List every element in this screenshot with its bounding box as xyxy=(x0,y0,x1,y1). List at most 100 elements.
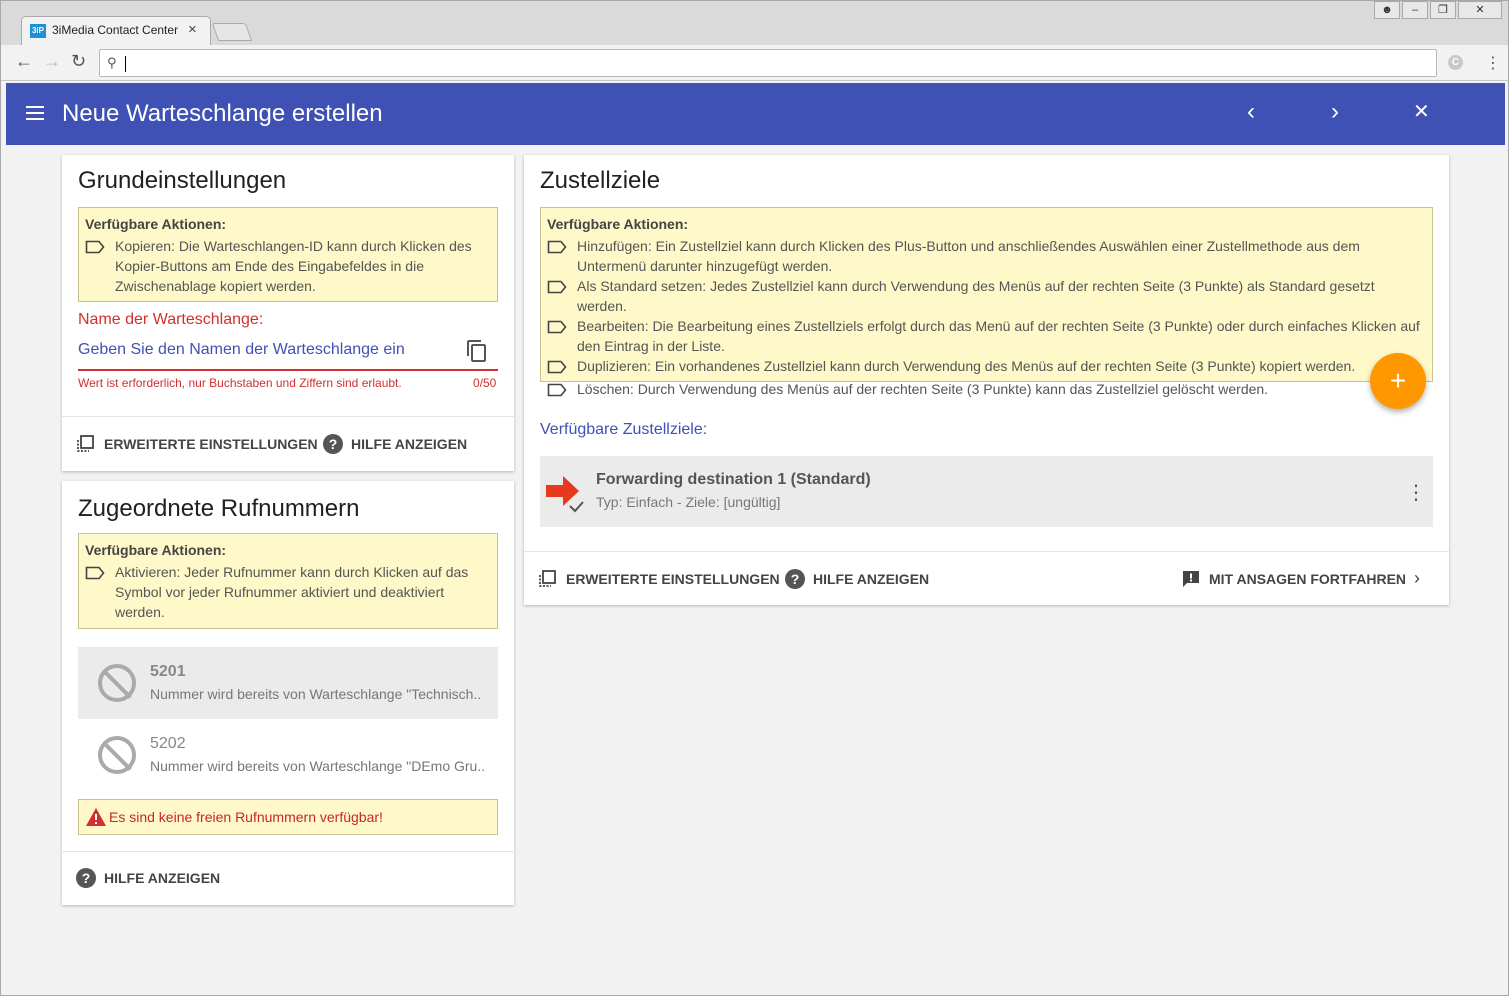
destinations-card: Zustellziele Verfügbare Aktionen: Hinzuf… xyxy=(524,155,1449,605)
info-item-text: Hinzufügen: Ein Zustellziel kann durch K… xyxy=(577,238,1360,274)
info-item: Löschen: Durch Verwendung des Menüs auf … xyxy=(547,379,1426,402)
info-item: Aktivieren: Jeder Rufnummer kann durch K… xyxy=(85,562,491,622)
tab-title: 3iMedia Contact Center xyxy=(52,23,179,37)
divider xyxy=(62,851,514,852)
label-icon xyxy=(85,562,115,622)
add-destination-button[interactable]: + xyxy=(1370,353,1426,409)
numbers-info-box: Verfügbare Aktionen: Aktivieren: Jeder R… xyxy=(78,533,498,629)
info-item-text: Bearbeiten: Die Bearbeitung eines Zustel… xyxy=(577,318,1420,354)
help-label: HILFE ANZEIGEN xyxy=(813,571,930,587)
info-item: Kopieren: Die Warteschlangen-ID kann dur… xyxy=(85,236,491,296)
help-label: HILFE ANZEIGEN xyxy=(104,870,221,886)
help-icon: ? xyxy=(785,569,805,589)
info-item-text: Duplizieren: Ein vorhandenes Zustellziel… xyxy=(577,358,1356,374)
basic-settings-title: Grundeinstellungen xyxy=(78,167,287,194)
app-bar: Neue Warteschlange erstellen ‹ › ✕ xyxy=(6,83,1505,145)
help-button[interactable]: ? HILFE ANZEIGEN xyxy=(785,569,929,589)
available-destinations-label: Verfügbare Zustellziele: xyxy=(540,421,708,438)
destination-list-item[interactable]: Forwarding destination 1 (Standard) Typ:… xyxy=(540,456,1433,527)
label-icon xyxy=(547,356,577,379)
copy-icon[interactable] xyxy=(465,339,489,368)
number-status: Nummer wird bereits von Warteschlange "T… xyxy=(150,686,482,702)
tab-close-icon[interactable]: × xyxy=(188,21,197,38)
number-title: 5201 xyxy=(150,663,186,680)
label-icon xyxy=(85,236,115,296)
browser-window: 3iP 3iMedia Contact Center × ☻ – ❐ ✕ ← →… xyxy=(0,0,1509,996)
basic-info-box: Verfügbare Aktionen: Kopieren: Die Warte… xyxy=(78,207,498,302)
label-icon xyxy=(547,316,577,356)
continue-label: MIT ANSAGEN FORTFAHREN xyxy=(1209,570,1407,587)
info-item: Als Standard setzen: Jedes Zustellziel k… xyxy=(547,276,1426,316)
number-list-item[interactable]: 5201 Nummer wird bereits von Warteschlan… xyxy=(78,647,498,719)
minimize-icon[interactable]: – xyxy=(1402,1,1428,19)
previous-icon[interactable]: ‹ xyxy=(1247,100,1255,124)
info-item-text: Kopieren: Die Warteschlangen-ID kann dur… xyxy=(115,238,472,294)
label-icon xyxy=(547,276,577,316)
warning-text: Es sind keine freien Rufnummern verfügba… xyxy=(109,809,383,825)
more-vert-icon[interactable]: ⋮ xyxy=(1406,480,1426,505)
blocked-icon[interactable] xyxy=(98,664,136,702)
input-underline xyxy=(78,369,498,371)
number-status: Nummer wird bereits von Warteschlange "D… xyxy=(150,758,486,774)
assigned-numbers-title: Zugeordnete Rufnummern xyxy=(78,495,360,522)
basic-settings-card: Grundeinstellungen Verfügbare Aktionen: … xyxy=(62,155,514,471)
advanced-settings-label: ERWEITERTE EINSTELLUNGEN xyxy=(566,571,780,587)
restore-icon[interactable]: ❐ xyxy=(1430,1,1456,19)
tab-strip: 3iP 3iMedia Contact Center × ☻ – ❐ ✕ xyxy=(1,1,1508,46)
divider xyxy=(62,416,514,417)
new-tab-button[interactable] xyxy=(211,23,253,41)
label-icon xyxy=(547,236,577,276)
advanced-settings-button[interactable]: ERWEITERTE EINSTELLUNGEN xyxy=(76,434,318,454)
label-icon xyxy=(547,379,577,402)
hamburger-menu-icon[interactable] xyxy=(26,106,44,124)
favicon-icon: 3iP xyxy=(30,24,46,38)
char-counter: 0/50 xyxy=(473,376,497,390)
page-title: Neue Warteschlange erstellen xyxy=(62,100,383,127)
address-bar[interactable]: ⚲ xyxy=(99,49,1437,77)
settings-list-icon xyxy=(538,569,558,589)
main-content: Grundeinstellungen Verfügbare Aktionen: … xyxy=(6,145,1505,993)
number-title: 5202 xyxy=(150,735,186,752)
window-close-icon[interactable]: ✕ xyxy=(1458,1,1502,19)
profile-icon[interactable]: ☻ xyxy=(1374,1,1400,19)
help-button[interactable]: ? HILFE ANZEIGEN xyxy=(323,434,467,454)
queue-name-input[interactable] xyxy=(78,339,458,361)
chevron-right-icon: › xyxy=(1414,568,1421,588)
warning-icon xyxy=(85,807,107,827)
info-item: Bearbeiten: Die Bearbeitung eines Zustel… xyxy=(547,316,1426,356)
extension-icon[interactable]: C xyxy=(1448,55,1463,70)
advanced-settings-button[interactable]: ERWEITERTE EINSTELLUNGEN xyxy=(538,569,780,589)
divider xyxy=(524,551,1449,552)
info-item-text: Als Standard setzen: Jedes Zustellziel k… xyxy=(577,278,1375,314)
destinations-info-box: Verfügbare Aktionen: Hinzufügen: Ein Zus… xyxy=(540,207,1433,397)
reload-icon[interactable]: ↻ xyxy=(71,51,86,72)
next-icon[interactable]: › xyxy=(1331,100,1339,124)
number-list-item[interactable]: 5202 Nummer wird bereits von Warteschlan… xyxy=(78,719,498,791)
continue-announcements-button[interactable]: MIT ANSAGEN FORTFAHREN › xyxy=(1181,568,1420,589)
text-caret xyxy=(125,56,126,72)
back-icon[interactable]: ← xyxy=(15,51,33,72)
settings-list-icon xyxy=(76,434,96,454)
feedback-icon xyxy=(1181,569,1201,589)
field-error: Wert ist erforderlich, nur Buchstaben un… xyxy=(78,376,402,390)
info-item-text: Aktivieren: Jeder Rufnummer kann durch K… xyxy=(115,564,469,620)
blocked-icon[interactable] xyxy=(98,736,136,774)
no-numbers-warning: Es sind keine freien Rufnummern verfügba… xyxy=(78,799,498,835)
destination-detail: Typ: Einfach - Ziele: [ungültig] xyxy=(596,494,781,510)
default-destination-arrow-icon xyxy=(546,474,590,521)
forward-icon[interactable]: → xyxy=(43,51,61,72)
info-heading: Verfügbare Aktionen: xyxy=(85,542,227,558)
search-icon: ⚲ xyxy=(107,55,117,70)
info-heading: Verfügbare Aktionen: xyxy=(85,216,227,232)
browser-tab[interactable]: 3iP 3iMedia Contact Center × xyxy=(21,16,211,46)
info-item-text: Löschen: Durch Verwendung des Menüs auf … xyxy=(577,381,1269,397)
browser-menu-icon[interactable]: ⋮ xyxy=(1485,53,1501,73)
help-icon: ? xyxy=(323,434,343,454)
close-icon[interactable]: ✕ xyxy=(1413,100,1430,124)
assigned-numbers-card: Zugeordnete Rufnummern Verfügbare Aktion… xyxy=(62,481,514,905)
help-label: HILFE ANZEIGEN xyxy=(351,436,468,452)
window-controls: ☻ – ❐ ✕ xyxy=(1372,1,1502,19)
help-button[interactable]: ? HILFE ANZEIGEN xyxy=(76,868,220,888)
destination-name: Forwarding destination 1 (Standard) xyxy=(596,471,871,488)
info-item: Hinzufügen: Ein Zustellziel kann durch K… xyxy=(547,236,1426,276)
